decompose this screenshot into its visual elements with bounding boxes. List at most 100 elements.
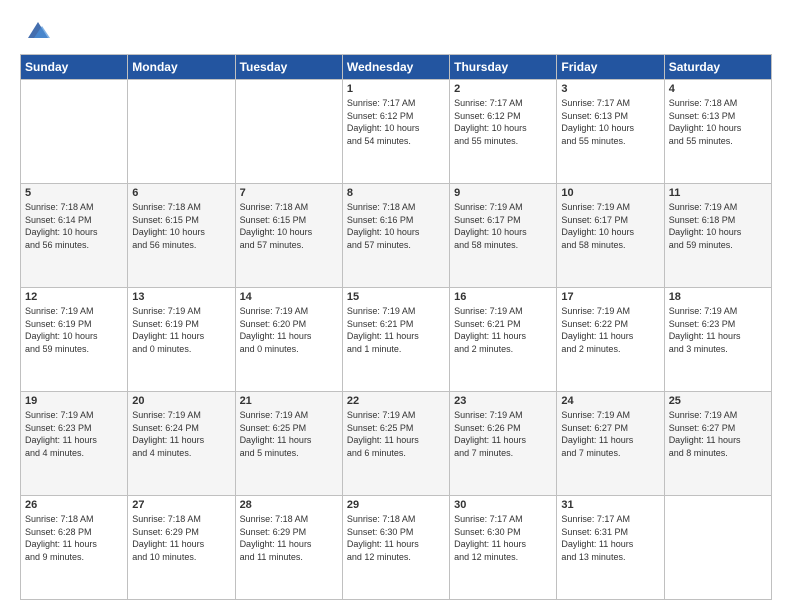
calendar-cell: 20Sunrise: 7:19 AM Sunset: 6:24 PM Dayli… [128, 392, 235, 496]
day-info: Sunrise: 7:19 AM Sunset: 6:20 PM Dayligh… [240, 305, 338, 355]
weekday-header-friday: Friday [557, 55, 664, 80]
calendar-cell: 28Sunrise: 7:18 AM Sunset: 6:29 PM Dayli… [235, 496, 342, 600]
day-number: 1 [347, 83, 445, 95]
day-info: Sunrise: 7:19 AM Sunset: 6:26 PM Dayligh… [454, 409, 552, 459]
calendar-cell [235, 80, 342, 184]
calendar-cell: 12Sunrise: 7:19 AM Sunset: 6:19 PM Dayli… [21, 288, 128, 392]
day-number: 28 [240, 499, 338, 511]
day-number: 13 [132, 291, 230, 303]
calendar-cell: 27 Sunrise: 7:18 AM Sunset: 6:29 PM Dayli… [128, 496, 235, 600]
calendar-cell: 7 Sunrise: 7:18 AM Sunset: 6:15 PM Daylig… [235, 184, 342, 288]
calendar-cell: 8Sunrise: 7:18 AM Sunset: 6:16 PM Daylig… [342, 184, 449, 288]
day-number: 15 [347, 291, 445, 303]
day-number: 9 [454, 187, 552, 199]
calendar-cell: 29 Sunrise: 7:18 AM Sunset: 6:30 PM Dayli… [342, 496, 449, 600]
day-info: Sunrise: 7:19 AM Sunset: 6:25 PM Dayligh… [347, 409, 445, 459]
day-number: 21 [240, 395, 338, 407]
day-number: 7 [240, 187, 338, 199]
calendar-cell: 4Sunrise: 7:18 AM Sunset: 6:13 PM Daylig… [664, 80, 771, 184]
calendar-cell: 22 Sunrise: 7:19 AM Sunset: 6:25 PM Dayli… [342, 392, 449, 496]
weekday-header-row: SundayMondayTuesdayWednesdayThursdayFrid… [21, 55, 772, 80]
day-info: Sunrise: 7:18 AM Sunset: 6:29 PM Dayligh… [132, 513, 230, 563]
calendar-cell: 3Sunrise: 7:17 AM Sunset: 6:13 PM Daylig… [557, 80, 664, 184]
day-number: 24 [561, 395, 659, 407]
day-info: Sunrise: 7:18 AM Sunset: 6:15 PM Dayligh… [240, 201, 338, 251]
day-info: Sunrise: 7:17 AM Sunset: 6:30 PM Dayligh… [454, 513, 552, 563]
header [20, 16, 772, 44]
calendar-cell [664, 496, 771, 600]
day-info: Sunrise: 7:19 AM Sunset: 6:17 PM Dayligh… [454, 201, 552, 251]
calendar-cell: 31 Sunrise: 7:17 AM Sunset: 6:31 PM Dayli… [557, 496, 664, 600]
day-info: Sunrise: 7:17 AM Sunset: 6:13 PM Dayligh… [561, 97, 659, 147]
weekday-header-wednesday: Wednesday [342, 55, 449, 80]
calendar-cell: 2 Sunrise: 7:17 AM Sunset: 6:12 PM Daylig… [450, 80, 557, 184]
calendar-cell: 16 Sunrise: 7:19 AM Sunset: 6:21 PM Dayli… [450, 288, 557, 392]
day-number: 31 [561, 499, 659, 511]
calendar-cell [21, 80, 128, 184]
day-number: 10 [561, 187, 659, 199]
calendar-cell: 30 Sunrise: 7:17 AM Sunset: 6:30 PM Dayli… [450, 496, 557, 600]
calendar-cell: 24 Sunrise: 7:19 AM Sunset: 6:27 PM Dayli… [557, 392, 664, 496]
week-row-2: 5 Sunrise: 7:18 AM Sunset: 6:14 PM Daylig… [21, 184, 772, 288]
day-number: 26 [25, 499, 123, 511]
day-number: 30 [454, 499, 552, 511]
day-info: Sunrise: 7:19 AM Sunset: 6:21 PM Dayligh… [347, 305, 445, 355]
calendar-cell: 19 Sunrise: 7:19 AM Sunset: 6:23 PM Dayli… [21, 392, 128, 496]
day-info: Sunrise: 7:18 AM Sunset: 6:30 PM Dayligh… [347, 513, 445, 563]
day-info: Sunrise: 7:19 AM Sunset: 6:18 PM Dayligh… [669, 201, 767, 251]
day-info: Sunrise: 7:18 AM Sunset: 6:16 PM Dayligh… [347, 201, 445, 251]
logo-icon [24, 16, 52, 44]
weekday-header-tuesday: Tuesday [235, 55, 342, 80]
week-row-1: 1 Sunrise: 7:17 AM Sunset: 6:12 PM Daylig… [21, 80, 772, 184]
day-info: Sunrise: 7:19 AM Sunset: 6:27 PM Dayligh… [561, 409, 659, 459]
calendar-cell: 25Sunrise: 7:19 AM Sunset: 6:27 PM Dayli… [664, 392, 771, 496]
day-info: Sunrise: 7:17 AM Sunset: 6:12 PM Dayligh… [347, 97, 445, 147]
day-number: 25 [669, 395, 767, 407]
day-number: 29 [347, 499, 445, 511]
calendar-table: SundayMondayTuesdayWednesdayThursdayFrid… [20, 54, 772, 600]
day-number: 22 [347, 395, 445, 407]
calendar-cell [128, 80, 235, 184]
day-info: Sunrise: 7:19 AM Sunset: 6:25 PM Dayligh… [240, 409, 338, 459]
day-info: Sunrise: 7:18 AM Sunset: 6:15 PM Dayligh… [132, 201, 230, 251]
day-number: 23 [454, 395, 552, 407]
weekday-header-sunday: Sunday [21, 55, 128, 80]
day-number: 16 [454, 291, 552, 303]
calendar-cell: 11 Sunrise: 7:19 AM Sunset: 6:18 PM Dayli… [664, 184, 771, 288]
day-number: 12 [25, 291, 123, 303]
day-number: 2 [454, 83, 552, 95]
day-info: Sunrise: 7:17 AM Sunset: 6:31 PM Dayligh… [561, 513, 659, 563]
calendar-cell: 10 Sunrise: 7:19 AM Sunset: 6:17 PM Dayli… [557, 184, 664, 288]
day-number: 5 [25, 187, 123, 199]
day-info: Sunrise: 7:17 AM Sunset: 6:12 PM Dayligh… [454, 97, 552, 147]
day-number: 6 [132, 187, 230, 199]
calendar-cell: 23 Sunrise: 7:19 AM Sunset: 6:26 PM Dayli… [450, 392, 557, 496]
day-info: Sunrise: 7:19 AM Sunset: 6:23 PM Dayligh… [669, 305, 767, 355]
day-number: 11 [669, 187, 767, 199]
calendar-cell: 9 Sunrise: 7:19 AM Sunset: 6:17 PM Daylig… [450, 184, 557, 288]
weekday-header-thursday: Thursday [450, 55, 557, 80]
day-info: Sunrise: 7:18 AM Sunset: 6:28 PM Dayligh… [25, 513, 123, 563]
day-number: 18 [669, 291, 767, 303]
weekday-header-monday: Monday [128, 55, 235, 80]
calendar-cell: 17Sunrise: 7:19 AM Sunset: 6:22 PM Dayli… [557, 288, 664, 392]
day-info: Sunrise: 7:19 AM Sunset: 6:23 PM Dayligh… [25, 409, 123, 459]
day-info: Sunrise: 7:19 AM Sunset: 6:24 PM Dayligh… [132, 409, 230, 459]
calendar-cell: 21 Sunrise: 7:19 AM Sunset: 6:25 PM Dayli… [235, 392, 342, 496]
week-row-3: 12 Sunrise: 7:19 AM Sunset: 6:19 PM Dayli… [21, 288, 772, 392]
day-info: Sunrise: 7:19 AM Sunset: 6:19 PM Dayligh… [132, 305, 230, 355]
day-info: Sunrise: 7:18 AM Sunset: 6:13 PM Dayligh… [669, 97, 767, 147]
day-number: 27 [132, 499, 230, 511]
page: SundayMondayTuesdayWednesdayThursdayFrid… [0, 0, 792, 612]
day-info: Sunrise: 7:19 AM Sunset: 6:17 PM Dayligh… [561, 201, 659, 251]
calendar-cell: 26 Sunrise: 7:18 AM Sunset: 6:28 PM Dayli… [21, 496, 128, 600]
logo [20, 16, 52, 44]
calendar-cell: 14Sunrise: 7:19 AM Sunset: 6:20 PM Dayli… [235, 288, 342, 392]
week-row-4: 19 Sunrise: 7:19 AM Sunset: 6:23 PM Dayli… [21, 392, 772, 496]
day-number: 19 [25, 395, 123, 407]
day-info: Sunrise: 7:19 AM Sunset: 6:21 PM Dayligh… [454, 305, 552, 355]
calendar-cell: 5 Sunrise: 7:18 AM Sunset: 6:14 PM Daylig… [21, 184, 128, 288]
day-info: Sunrise: 7:18 AM Sunset: 6:14 PM Dayligh… [25, 201, 123, 251]
calendar-cell: 6 Sunrise: 7:18 AM Sunset: 6:15 PM Daylig… [128, 184, 235, 288]
day-info: Sunrise: 7:19 AM Sunset: 6:22 PM Dayligh… [561, 305, 659, 355]
